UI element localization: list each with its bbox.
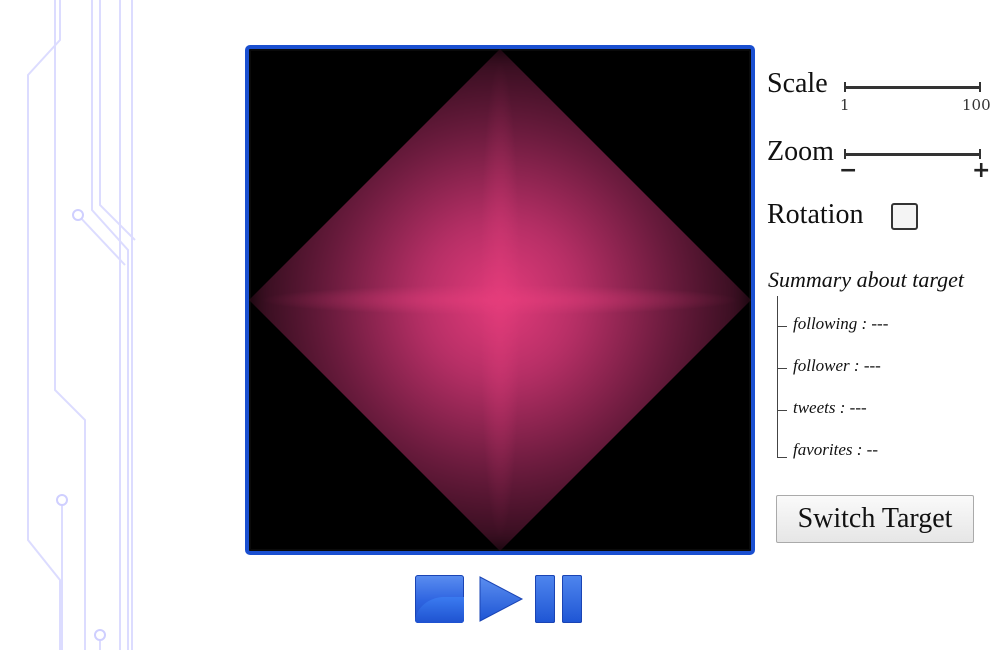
zoom-label: Zoom [767,136,834,167]
pause-icon-right-bar [562,575,582,623]
rotation-checkbox[interactable] [891,203,918,230]
tree-branch [777,326,787,327]
visualization-canvas[interactable] [245,45,755,555]
summary-tree-line [777,296,778,458]
tree-branch [777,457,787,458]
switch-target-button[interactable]: Switch Target [776,495,974,543]
tree-branch [777,368,787,369]
tree-branch [777,410,787,411]
scale-min-label: 1 [840,96,850,114]
scale-label: Scale [767,68,828,99]
glow-crosslines [251,51,749,549]
rotation-label: Rotation [767,199,864,230]
play-button[interactable] [478,575,524,623]
stop-button[interactable] [415,575,464,623]
scale-slider-handle[interactable] [844,82,846,92]
zoom-slider-track[interactable] [845,153,981,156]
pause-icon-left-bar [535,575,555,623]
scale-slider-track[interactable] [845,86,981,89]
play-icon [479,576,524,622]
scale-slider-end-tick [979,82,981,92]
zoom-plus-label: + [972,158,991,183]
summary-title: Summary about target [768,267,964,292]
following-count: following : --- [793,314,889,333]
stop-icon [415,597,464,623]
zoom-minus-label: − [839,158,858,183]
favorites-count: favorites : -- [793,440,878,459]
follower-count: follower : --- [793,356,881,375]
scale-max-label: 100 [962,96,991,114]
tweets-count: tweets : --- [793,398,867,417]
circuit-decoration [27,0,136,650]
pause-button[interactable] [535,575,584,623]
